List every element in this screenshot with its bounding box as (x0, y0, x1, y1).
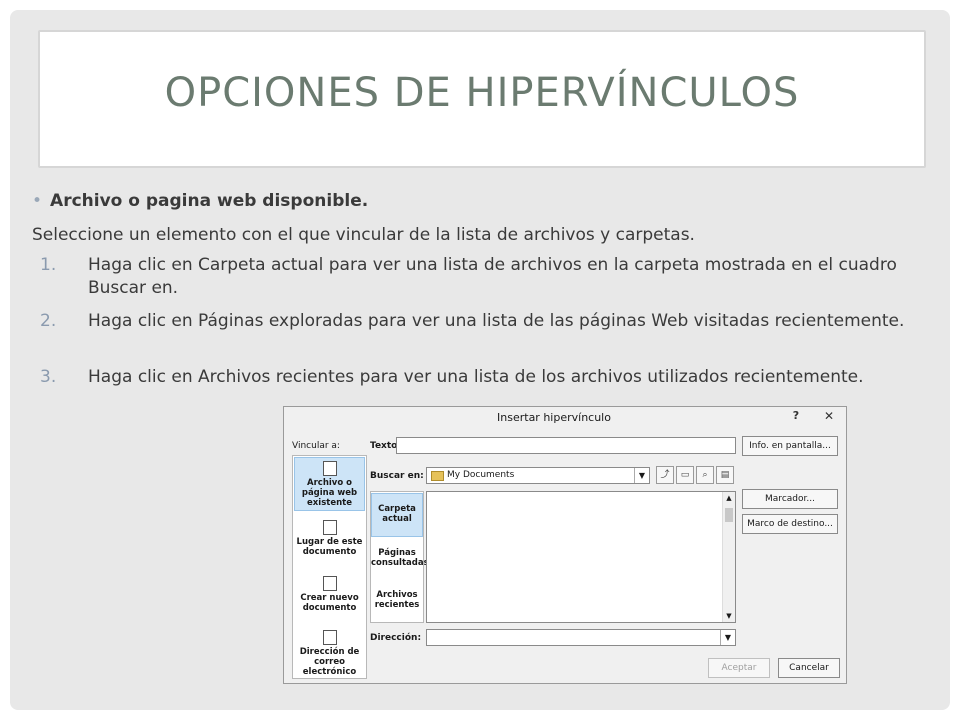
sidebar-item-place-in-document[interactable]: Lugar de este documento (294, 518, 365, 557)
slide-title: OPCIONES DE HIPERVÍNCULOS (164, 70, 800, 116)
step-item: 1. Haga clic en Carpeta actual para ver … (40, 254, 920, 300)
target-frame-button[interactable]: Marco de destino... (742, 514, 838, 534)
dialog-title: Insertar hipervínculo (497, 411, 611, 424)
chevron-down-icon[interactable]: ▼ (720, 630, 735, 645)
texto-input[interactable] (396, 437, 736, 454)
buscar-label: Buscar en: (370, 471, 424, 481)
browse-web-icon[interactable]: ⌕ (696, 466, 714, 484)
scroll-thumb[interactable] (725, 508, 733, 522)
step-number: 3. (40, 367, 57, 387)
sidebar-item-new-document[interactable]: Crear nuevo documento (294, 574, 365, 613)
new-document-icon (322, 576, 337, 591)
scrollbar[interactable]: ▲ ▼ (722, 492, 735, 622)
sidebar-item-label: Crear nuevo documento (300, 593, 359, 613)
look-in-value: My Documents (447, 470, 515, 480)
sidebar-item-label: Archivo o página web existente (301, 478, 358, 508)
folder-recent-files[interactable]: Archivos recientes (371, 590, 423, 610)
step-text: Haga clic en Páginas exploradas para ver… (88, 311, 905, 331)
up-folder-icon[interactable]: ⤴ (656, 466, 674, 484)
close-button[interactable]: ✕ (812, 407, 846, 425)
folder-browsed-pages[interactable]: Páginas consultadas (371, 548, 429, 568)
sidebar-item-label: Dirección de correo electrónico (299, 647, 360, 677)
step-number: 1. (40, 255, 57, 275)
sidebar-item-label: Lugar de este documento (296, 537, 363, 557)
info-screen-tip-button[interactable]: Info. en pantalla... (742, 436, 838, 456)
sidebar-item-existing-file[interactable]: Archivo o página web existente (294, 457, 365, 511)
browse-folder-icon[interactable]: ▭ (676, 466, 694, 484)
insert-hyperlink-dialog: Insertar hipervínculo ? ✕ Vincular a: Ar… (283, 406, 847, 684)
help-button[interactable]: ? (784, 407, 808, 425)
bullet-text: Archivo o pagina web disponible. (50, 191, 369, 211)
step-text: Haga clic en Carpeta actual para ver una… (88, 255, 897, 298)
scroll-up-icon[interactable]: ▲ (723, 492, 735, 504)
scroll-down-icon[interactable]: ▼ (723, 610, 735, 622)
step-number: 2. (40, 311, 57, 331)
open-folder-icon[interactable]: ▤ (716, 466, 734, 484)
step-item: 2. Haga clic en Páginas exploradas para … (40, 310, 920, 333)
chevron-down-icon[interactable]: ▼ (634, 468, 649, 483)
title-box: OPCIONES DE HIPERVÍNCULOS (38, 30, 926, 168)
folders-panel: Carpeta actual Páginas consultadas Archi… (370, 491, 429, 623)
step-text: Haga clic en Archivos recientes para ver… (88, 367, 864, 387)
vincular-label: Vincular a: (292, 441, 340, 451)
ok-button[interactable]: Aceptar (708, 658, 770, 678)
look-in-select[interactable]: My Documents ▼ (426, 467, 650, 484)
folder-current[interactable]: Carpeta actual (371, 493, 423, 537)
link-type-sidebar: Archivo o página web existente Lugar de … (292, 455, 367, 679)
bullet-dot: • (32, 191, 43, 211)
globe-document-icon (322, 461, 337, 476)
folder-icon (431, 471, 444, 481)
sidebar-item-email[interactable]: Dirección de correo electrónico (294, 628, 365, 677)
cancel-button[interactable]: Cancelar (778, 658, 840, 678)
bullet-item: • Archivo o pagina web disponible. (32, 190, 912, 213)
step-item: 3. Haga clic en Archivos recientes para … (40, 366, 920, 389)
file-list[interactable]: ▲ ▼ (426, 491, 736, 623)
address-input[interactable]: ▼ (426, 629, 736, 646)
document-arrow-icon (322, 520, 337, 535)
email-icon (322, 630, 337, 645)
bookmark-button[interactable]: Marcador... (742, 489, 838, 509)
direccion-label: Dirección: (370, 633, 422, 643)
intro-text: Seleccione un elemento con el que vincul… (32, 225, 695, 245)
